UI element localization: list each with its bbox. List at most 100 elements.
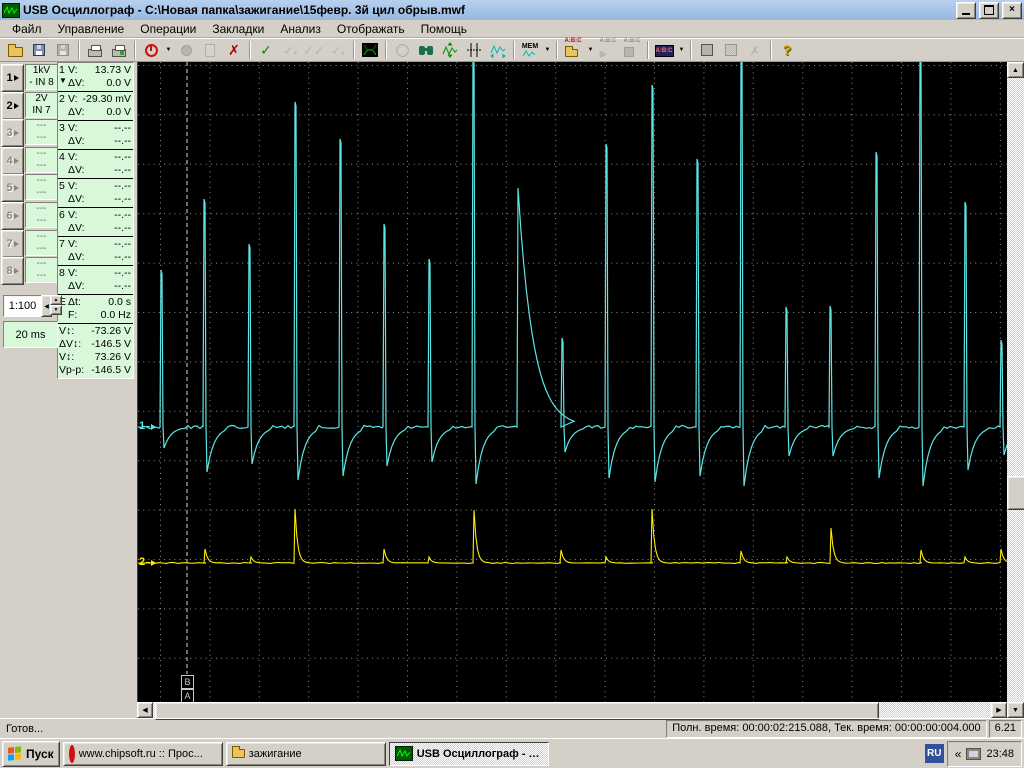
save-file-button[interactable] — [27, 39, 51, 61]
stop-device-button[interactable] — [139, 39, 163, 61]
title-bar: USB Осциллограф - C:\Новая папка\зажиган… — [0, 0, 1024, 20]
fit-time-icon — [490, 42, 506, 58]
v-label: V: — [68, 238, 78, 251]
channel-3-range-label[interactable]: ------ — [25, 119, 58, 145]
channel-1-row: 11kV- IN 8 — [1, 64, 58, 92]
scroll-up-button[interactable]: ▲ — [1007, 62, 1024, 78]
channel-4-button[interactable]: 4 — [1, 147, 24, 175]
scroll-right-button[interactable]: ▶ — [991, 702, 1007, 718]
help-button[interactable]: ? — [775, 39, 799, 61]
task-button-2[interactable]: зажигание — [226, 742, 386, 766]
probe-ratio-field[interactable]: 1:100 — [3, 295, 42, 317]
mask-solid-button[interactable] — [695, 39, 719, 61]
mask-dither-button — [719, 39, 743, 61]
channel-2-marker[interactable]: 2 — [139, 557, 156, 568]
channel-8-button[interactable]: 8 — [1, 257, 24, 285]
task-button-1[interactable]: www.chipsoft.ru :: Прос... — [63, 742, 223, 766]
xy-mode-button[interactable] — [358, 39, 382, 61]
channel-7-range-label[interactable]: ------ — [25, 230, 58, 256]
restore-button[interactable] — [979, 2, 999, 19]
scroll-left-button[interactable]: ◀ — [137, 702, 153, 718]
memory-dropdown-button[interactable]: ▼ — [542, 39, 553, 61]
abc-display-button[interactable]: A:B:C — [652, 39, 676, 61]
measurement-channel-4: 4V:--.--ΔV:--.-- — [58, 150, 133, 179]
memory-button[interactable]: MEM — [518, 39, 542, 61]
channel-8-range-label[interactable]: ------ — [25, 257, 58, 283]
horizontal-scrollbar: ◀ ▶ — [137, 702, 1007, 718]
channel-7-button[interactable]: 7 — [1, 230, 24, 258]
measurement-panel: 1▼V:13.73 VΔV:0.0 V2V:-29.30 mVΔV:0.0 V3… — [57, 62, 134, 379]
abc-open-dropdown-button[interactable]: ▼ — [585, 39, 596, 61]
scroll-down-button[interactable]: ▼ — [1007, 702, 1024, 718]
channel-3-button[interactable]: 3 — [1, 119, 24, 147]
globe-button — [390, 39, 414, 61]
v-label: V: — [68, 180, 78, 193]
status-time-info: Полн. время: 00:00:02:215.088, Тек. врем… — [666, 720, 986, 738]
print-icon — [88, 49, 102, 57]
spinner-up-button[interactable]: ▲ — [50, 295, 62, 305]
stop-device-icon — [145, 44, 158, 57]
mask-clear-icon: ✗ — [750, 44, 761, 57]
channel-1-button[interactable]: 1 — [1, 64, 24, 92]
channel-6-button[interactable]: 6 — [1, 202, 24, 230]
fit-time-button[interactable] — [486, 39, 510, 61]
menu-help[interactable]: Помощь — [413, 21, 475, 37]
horizontal-scroll-track[interactable] — [153, 702, 991, 718]
start-button[interactable]: Пуск — [2, 741, 60, 767]
mask-clear-button: ✗ — [743, 39, 767, 61]
network-monitor-icon[interactable] — [966, 748, 981, 760]
stop-device-dropdown-button[interactable]: ▼ — [163, 39, 174, 61]
channel-5-button[interactable]: 5 — [1, 174, 24, 202]
channel-2-range-label[interactable]: 2VIN 7 — [25, 92, 58, 118]
toolbar-separator — [249, 41, 251, 59]
tray-chevron-icon[interactable]: « — [955, 748, 962, 760]
abc-display-dropdown-button[interactable]: ▼ — [676, 39, 687, 61]
channel-2-button[interactable]: 2 — [1, 92, 24, 120]
cursor-b-flag[interactable]: B — [181, 675, 194, 689]
measurement-channel-number: 7 — [59, 238, 68, 264]
record-icon — [181, 45, 192, 56]
menu-operations[interactable]: Операции — [132, 21, 204, 37]
channel-1-range-label[interactable]: 1kV- IN 8 — [25, 64, 58, 90]
menu-analysis[interactable]: Анализ — [272, 21, 329, 37]
channel-1-marker[interactable]: 1 — [139, 421, 156, 432]
search-button[interactable] — [414, 39, 438, 61]
cursors-button[interactable] — [462, 39, 486, 61]
abc-open-button[interactable]: A:B:C — [561, 39, 585, 61]
close-button[interactable]: × — [1002, 2, 1022, 19]
taskbar: Пуск www.chipsoft.ru :: Прос...зажигание… — [0, 738, 1024, 768]
scope-display[interactable]: 1 2 B A — [137, 62, 1008, 702]
language-indicator[interactable]: RU — [925, 744, 944, 763]
channel-4-range-label[interactable]: ------ — [25, 147, 58, 173]
timebase-field[interactable]: 20 ms — [3, 321, 58, 348]
apply-check-button[interactable]: ✓ — [254, 39, 278, 61]
copy-view-button[interactable] — [107, 39, 131, 61]
cursor-measure-value: -146.5 V — [91, 364, 131, 377]
mask-solid-icon — [701, 44, 713, 56]
print-button[interactable] — [83, 39, 107, 61]
open-file-button[interactable] — [3, 39, 27, 61]
globe-icon — [396, 44, 409, 57]
fit-amplitude-button[interactable] — [438, 39, 462, 61]
menu-display[interactable]: Отображать — [329, 21, 413, 37]
channel-5-range-label[interactable]: ------ — [25, 174, 58, 200]
channel-7-row: 7------ — [1, 230, 58, 258]
channel-6-range-label[interactable]: ------ — [25, 202, 58, 228]
system-tray: « 23:48 — [947, 741, 1022, 767]
oscilloscope-icon — [395, 746, 413, 761]
menu-control[interactable]: Управление — [50, 21, 133, 37]
task-button-3[interactable]: USB Осциллограф - С... — [389, 742, 549, 766]
menu-file[interactable]: Файл — [4, 21, 50, 37]
dv-value: --.-- — [114, 164, 131, 177]
vertical-scroll-thumb[interactable] — [1007, 476, 1024, 510]
v-value: --.-- — [114, 151, 131, 164]
minimize-button[interactable] — [956, 2, 976, 19]
check-next-icon: ✓▾ — [283, 44, 297, 57]
vertical-scroll-track[interactable] — [1007, 78, 1024, 702]
menu-bookmarks[interactable]: Закладки — [204, 21, 272, 37]
spinner-down-button[interactable]: ▼ — [50, 305, 62, 315]
v-label: V: — [68, 64, 78, 77]
measurement-channel-number: 6 — [59, 209, 68, 235]
clear-data-button[interactable]: ✗ — [222, 39, 246, 61]
cursor-a-flag[interactable]: A — [181, 689, 194, 702]
